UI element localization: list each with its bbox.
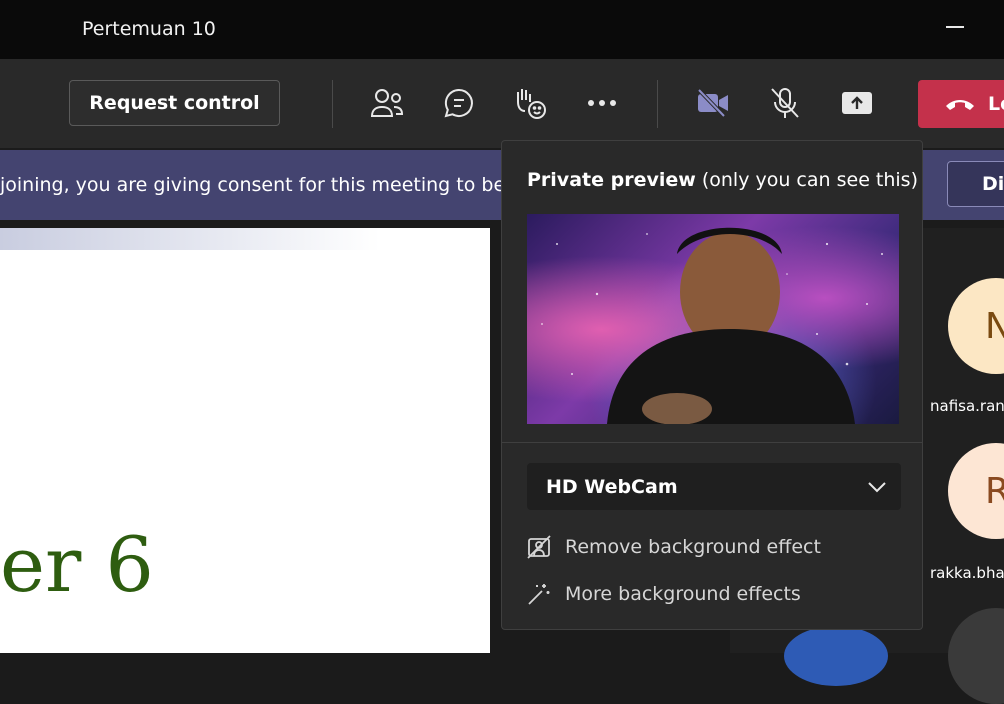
camera-select[interactable]: HD WebCam <box>527 463 901 510</box>
more-background-effects-option[interactable]: More background effects <box>527 582 801 606</box>
preview-title: Private preview (only you can see this) <box>527 169 918 191</box>
title-bar: Pertemuan 10 <box>0 0 1004 59</box>
meeting-toolbar: Request control L <box>0 59 1004 148</box>
toolbar-divider <box>657 80 658 128</box>
no-background-icon <box>527 535 551 559</box>
microphone-muted-icon[interactable] <box>767 85 803 121</box>
shared-slide: er 6 <box>0 228 490 653</box>
participant-name: rakka.bha <box>930 564 1004 582</box>
chevron-down-icon <box>868 481 886 492</box>
participant-name: nafisa.ran <box>930 397 1004 415</box>
camera-off-icon[interactable] <box>695 85 731 121</box>
slide-text: er 6 <box>0 520 154 609</box>
camera-select-value: HD WebCam <box>546 475 678 498</box>
camera-preview-video <box>527 214 899 424</box>
avatar[interactable]: R <box>948 443 1004 539</box>
slide-header-bar <box>0 228 380 250</box>
banner-message: joining, you are giving consent for this… <box>0 174 519 196</box>
preview-title-bold: Private preview <box>527 169 696 191</box>
share-screen-icon[interactable] <box>839 85 875 121</box>
remove-background-option[interactable]: Remove background effect <box>527 535 821 559</box>
more-background-effects-label: More background effects <box>565 583 801 605</box>
dismiss-button[interactable]: Di <box>947 161 1004 207</box>
window-title: Pertemuan 10 <box>82 18 216 40</box>
toolbar-divider <box>332 80 333 128</box>
reactions-icon[interactable] <box>512 85 548 121</box>
request-control-button[interactable]: Request control <box>69 80 280 126</box>
more-options-icon[interactable] <box>584 85 620 121</box>
chat-icon[interactable] <box>441 85 477 121</box>
camera-preview-panel: Private preview (only you can see this) … <box>501 140 923 630</box>
avatar[interactable] <box>948 608 1004 704</box>
leave-label: Le <box>988 93 1004 115</box>
leave-button[interactable]: Le <box>918 80 1004 128</box>
hang-up-icon <box>946 100 974 110</box>
remove-background-label: Remove background effect <box>565 536 821 558</box>
avatar[interactable]: N <box>948 278 1004 374</box>
minimize-button[interactable] <box>946 26 964 28</box>
magic-wand-icon <box>528 584 550 605</box>
preview-title-note: (only you can see this) <box>695 169 918 191</box>
panel-separator <box>502 442 922 443</box>
participant-video-thumbnail[interactable] <box>784 626 888 686</box>
participants-icon[interactable] <box>369 85 405 121</box>
